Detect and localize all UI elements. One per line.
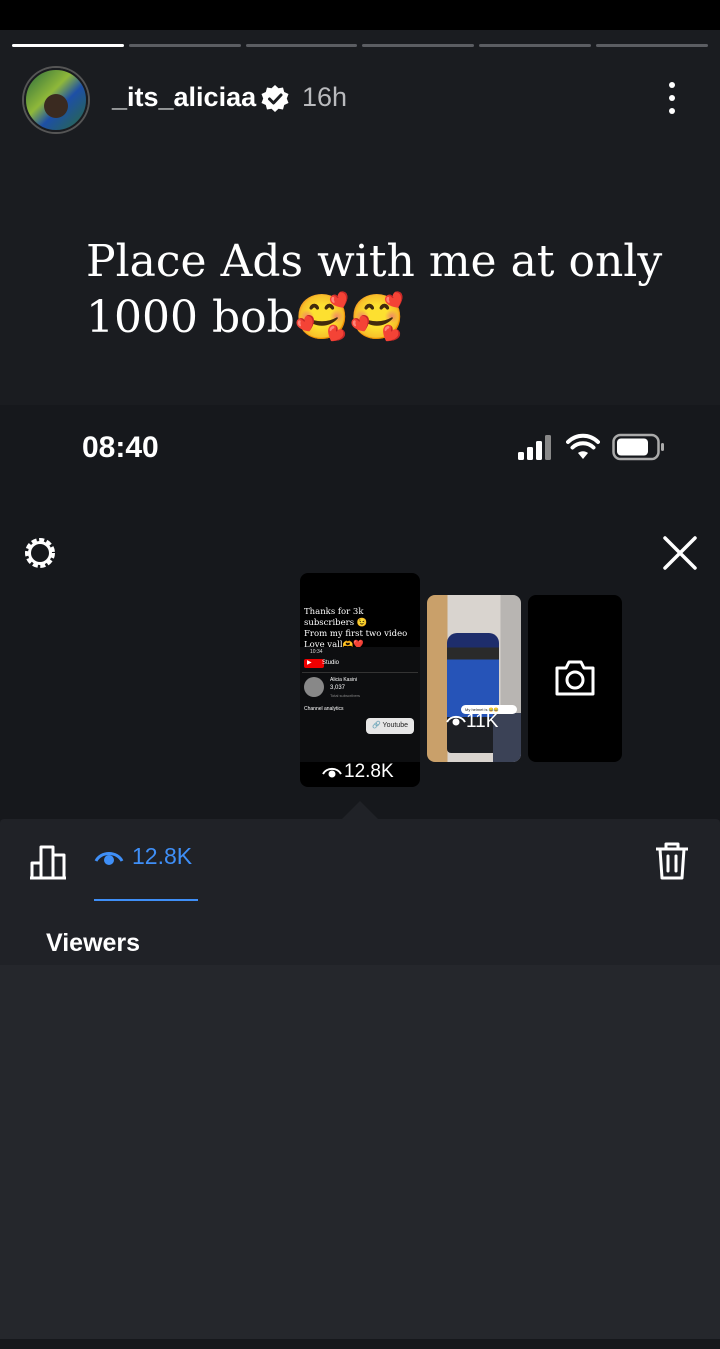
- post-time: 16h: [302, 82, 348, 112]
- battery-icon: [612, 433, 664, 461]
- signal-icon: [518, 435, 551, 460]
- mini-channel-name: Alicia Kasini: [330, 677, 357, 683]
- tab-views[interactable]: 12.8K: [94, 843, 192, 870]
- settings-gear-icon[interactable]: [20, 533, 60, 573]
- person-photo: [447, 633, 499, 753]
- viewers-list[interactable]: [0, 965, 720, 1339]
- progress-segment: [596, 44, 708, 47]
- views-count: 11K: [466, 711, 499, 732]
- thumbnail-views: 12.8K: [322, 761, 394, 783]
- link-sticker-label: Youtube: [382, 722, 408, 729]
- wifi-icon: [566, 433, 600, 459]
- embedded-screenshot: 08:40 Thanks for 3k subscribers 😉 From m…: [0, 405, 720, 1349]
- thumbnail-caption-line: From my first two video: [304, 629, 408, 639]
- thumbnail-caption: Thanks for 3k subscribers 😉 From my firs…: [304, 607, 414, 651]
- story-progress-bar: [12, 44, 708, 48]
- thumbnail-views: 11K: [446, 711, 498, 733]
- eye-icon: [322, 767, 342, 778]
- insights-chart-icon[interactable]: [28, 841, 68, 881]
- top-strip: [0, 0, 720, 10]
- camera-icon: [555, 660, 595, 696]
- more-options-icon[interactable]: [660, 78, 684, 118]
- story-thumbnail-selected[interactable]: Thanks for 3k subscribers 😉 From my firs…: [300, 573, 420, 787]
- views-count: 12.8K: [344, 761, 394, 782]
- story-caption: Place Ads with me at only 1000 bob🥰🥰: [86, 236, 663, 343]
- viewers-panel: 12.8K Viewers: [0, 819, 720, 1339]
- selection-pointer: [342, 801, 378, 819]
- eye-icon: [446, 715, 466, 726]
- mini-avatar: [304, 677, 324, 697]
- username[interactable]: _its_aliciaa: [112, 82, 256, 113]
- eye-icon: [94, 851, 124, 865]
- close-icon[interactable]: [660, 533, 700, 573]
- progress-segment: [128, 44, 241, 47]
- mini-studio-label: Studio: [322, 660, 340, 666]
- mini-subscriber-count: 3,037: [330, 685, 346, 691]
- tab-underline: [94, 899, 198, 901]
- link-sticker: 🔗 Youtube: [366, 718, 414, 734]
- views-count: 12.8K: [132, 843, 193, 869]
- add-story-thumbnail[interactable]: [528, 595, 622, 762]
- trash-icon[interactable]: [654, 841, 690, 881]
- progress-segment: [479, 44, 592, 47]
- youtube-logo-icon: ▶: [304, 659, 324, 668]
- avatar[interactable]: [24, 68, 88, 132]
- divider: [302, 672, 418, 673]
- story-thumbnail[interactable]: My helmet is 😂😂: [427, 595, 521, 762]
- status-time: 08:40: [82, 431, 159, 464]
- viewers-heading: Viewers: [46, 929, 141, 957]
- progress-segment: [362, 44, 475, 47]
- mini-subscriber-label: Total subscribers: [330, 693, 361, 698]
- story-viewer[interactable]: _its_aliciaa 16h Place Ads with me at on…: [0, 30, 720, 1349]
- progress-segment: [12, 44, 124, 47]
- progress-segment: [245, 44, 358, 47]
- thumbnail-caption-line: Thanks for 3k subscribers 😉: [304, 607, 368, 628]
- mini-time: 10:34: [310, 649, 323, 655]
- verified-badge-icon: [261, 85, 289, 112]
- story-thumbnails: Thanks for 3k subscribers 😉 From my firs…: [300, 573, 630, 789]
- mini-studio-screenshot: 10:34 ▶ Studio Alicia Kasini 3,037 Total…: [300, 647, 420, 762]
- mini-analytics-label: Channel analytics: [304, 706, 344, 712]
